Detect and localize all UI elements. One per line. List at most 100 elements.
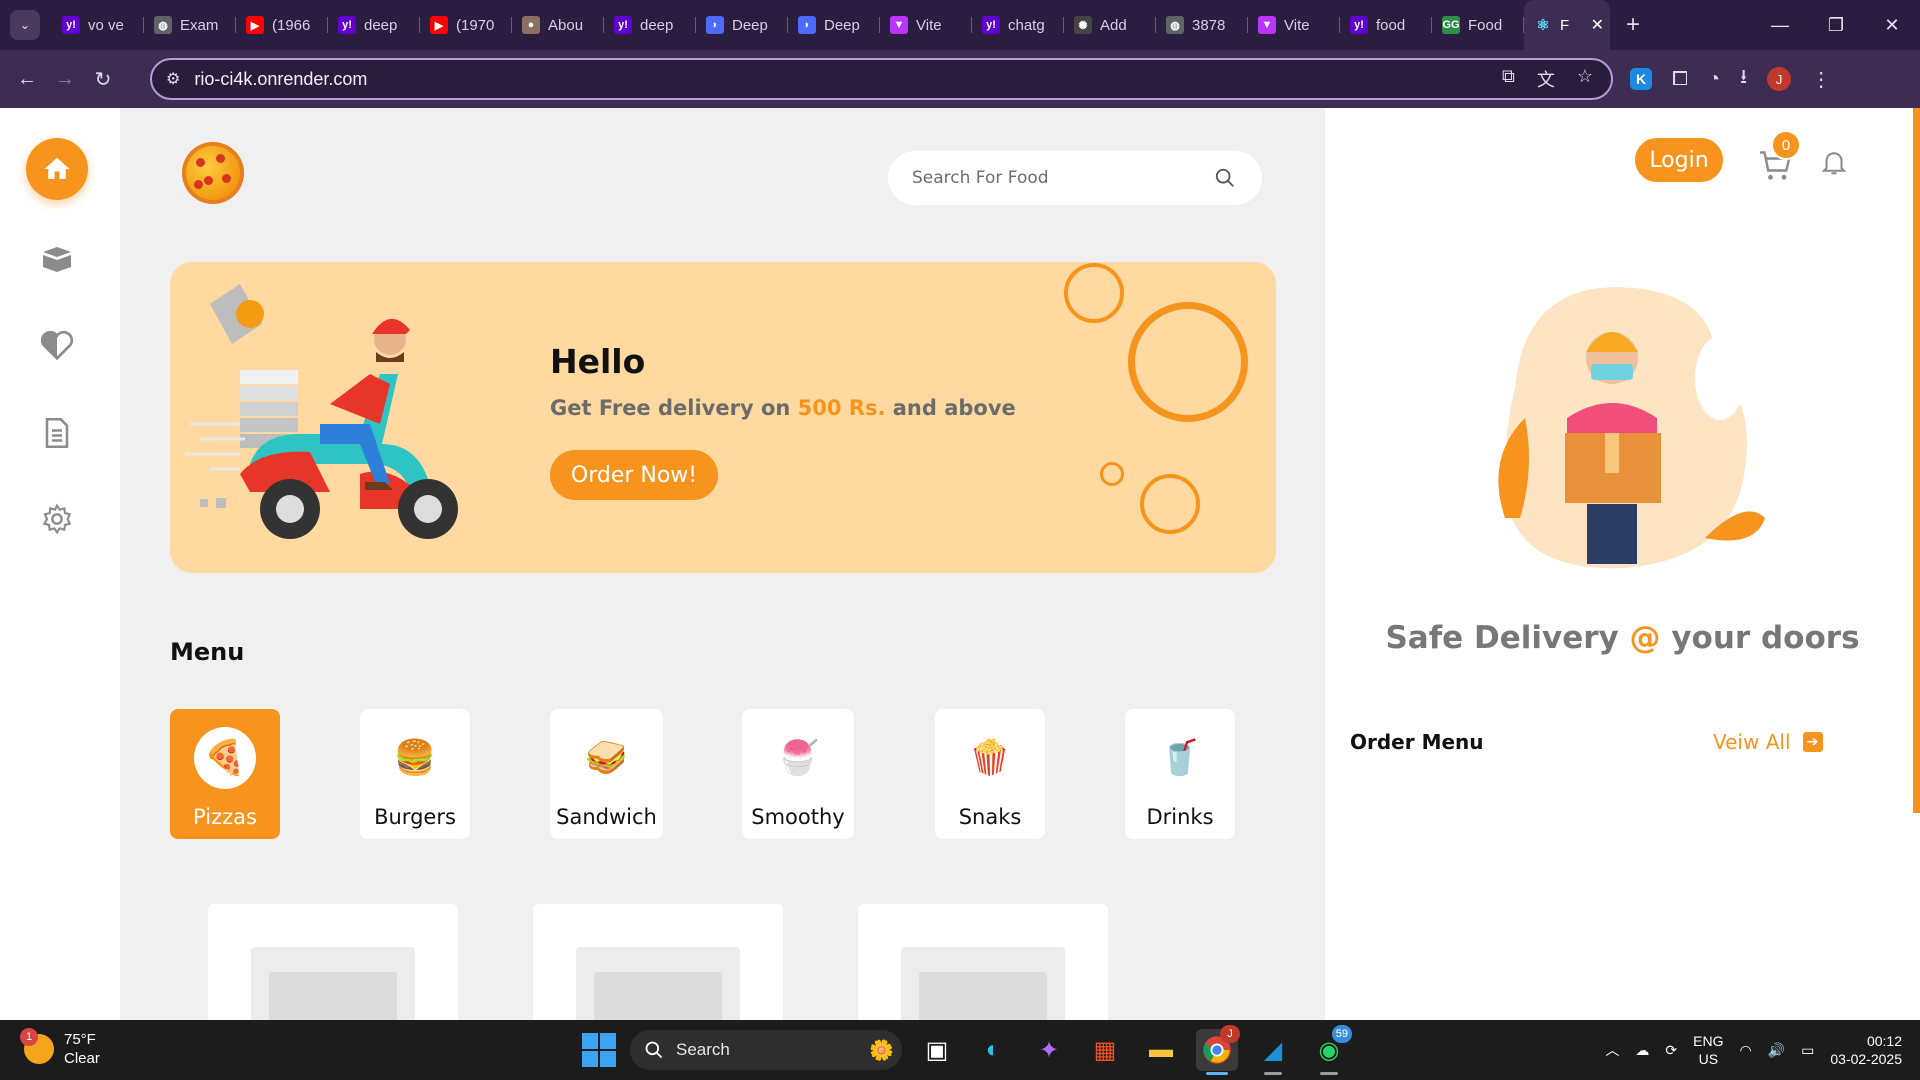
site-info-icon[interactable]: ⚙ [166,69,180,89]
weather-widget[interactable]: 1 75°F Clear [20,1028,100,1068]
tab-title: Deep [732,16,768,34]
category-sandwich[interactable]: 🥪 Sandwich [550,709,663,839]
chevron-up-icon[interactable]: ︿ [1605,1040,1619,1060]
weather-desc: Clear [64,1050,100,1067]
sync-icon[interactable]: ⟳ [1665,1042,1677,1059]
category-drinks[interactable]: 🥤 Drinks [1125,709,1235,839]
minimize-icon[interactable]: — [1752,0,1808,50]
windows-start-icon[interactable] [582,1033,616,1067]
language-indicator[interactable]: ENG US [1693,1032,1723,1068]
view-all-link[interactable]: Veiw All ➔ [1713,730,1823,754]
category-label: Drinks [1146,805,1214,829]
tab-8[interactable]: ◗ Deep [788,0,880,50]
download-icon[interactable]: ⭳ [1740,62,1747,96]
category-label: Sandwich [556,805,657,829]
sidebar-item-settings[interactable] [26,488,88,550]
system-tray: ︿ ☁ ⟳ ENG US ◠ 🔊 ▭ 00:12 03-02-2025 [1605,1028,1902,1072]
vite-icon: ▼ [890,16,908,34]
install-app-icon[interactable]: ⧉ [1502,66,1515,92]
extension-k-icon[interactable]: K [1630,68,1652,90]
view-all-label[interactable]: Veiw All [1713,730,1791,754]
new-tab-button[interactable]: + [1626,11,1640,39]
smoothie-icon: 🍧 [776,739,820,777]
extensions-puzzle-icon[interactable]: ⧠ [1672,68,1688,91]
store-icon[interactable]: ▦ [1084,1029,1126,1071]
document-icon [45,418,69,448]
taskbar-search[interactable]: Search 🌼 [630,1030,902,1070]
whatsapp-icon[interactable]: ◉ 59 [1308,1025,1352,1075]
sidebar-item-favorites[interactable] [26,314,88,376]
chrome-icon[interactable]: J [1196,1025,1240,1075]
edge-icon[interactable]: ◐ [972,1029,1014,1071]
profile-avatar[interactable]: J [1767,67,1792,91]
tab-5[interactable]: ● Abou [512,0,604,50]
tab-0[interactable]: y! vo ve [52,0,144,50]
close-window-icon[interactable]: ✕ [1864,0,1920,50]
tab-10[interactable]: y! chatg [972,0,1064,50]
pizza-logo[interactable] [182,142,244,204]
clock-date: 03-02-2025 [1830,1051,1902,1067]
copilot-icon[interactable]: ✦ [1028,1029,1070,1071]
sidebar-item-documents[interactable] [26,402,88,464]
tab-6[interactable]: y! deep [604,0,696,50]
tab-title: (1966 [272,16,311,34]
bell-icon[interactable] [1819,146,1849,178]
reload-icon[interactable]: ↻ [84,60,122,98]
category-smoothy[interactable]: 🍧 Smoothy [742,709,854,839]
category-label: Snaks [958,805,1022,829]
bookmark-star-icon[interactable]: ☆ [1577,66,1593,92]
food-card-placeholder[interactable] [533,904,783,1020]
tab-13[interactable]: ▼ Vite [1248,0,1340,50]
category-pizzas[interactable]: 🍕 Pizzas [170,709,280,839]
tab-1[interactable]: ◍ Exam [144,0,236,50]
image-placeholder [269,972,397,1020]
battery-icon[interactable]: ▭ [1801,1042,1814,1059]
sidebar-item-home[interactable] [26,138,88,200]
translate-icon[interactable]: 文 [1537,66,1555,92]
tab-search-button[interactable]: ⌄ [10,10,40,40]
category-burgers[interactable]: 🍔 Burgers [360,709,470,839]
forward-icon[interactable]: → [46,60,84,98]
back-icon[interactable]: ← [8,60,46,98]
tab-7[interactable]: ◗ Deep [696,0,788,50]
food-card-placeholder[interactable] [208,904,458,1020]
tab-2[interactable]: ▶ (1966 [236,0,328,50]
login-button[interactable]: Login [1635,138,1723,182]
food-card-placeholder[interactable] [858,904,1108,1020]
banner-subtitle-amount: 500 Rs. [797,396,886,420]
tab-4[interactable]: ▶ (1970 [420,0,512,50]
task-view-icon[interactable]: ▣ [916,1029,958,1071]
address-bar[interactable]: ⚙ rio-ci4k.onrender.com ⧉ 文 ☆ [150,58,1613,100]
tab-11[interactable]: ✺ Add [1064,0,1156,50]
tab-close-icon[interactable]: ✕ [1591,15,1604,35]
tab-title: Add [1100,16,1127,34]
moon-icon: 1 [20,1028,54,1064]
vscode-icon[interactable]: ◢ [1252,1029,1294,1075]
tab-active[interactable]: ⚛ F ✕ [1524,0,1610,50]
url-text[interactable]: rio-ci4k.onrender.com [194,69,367,90]
clock-time: 00:12 [1866,1033,1902,1049]
tab-14[interactable]: y! food [1340,0,1432,50]
wifi-icon[interactable]: ◠ [1739,1042,1751,1059]
category-snaks[interactable]: 🍿 Snaks [935,709,1045,839]
order-now-button[interactable]: Order Now! [550,450,718,500]
file-explorer-icon[interactable]: ▬ [1140,1029,1182,1071]
menu-kebab-icon[interactable]: ⋮ [1811,67,1831,92]
restore-icon[interactable]: ❐ [1808,0,1864,50]
clock[interactable]: 00:12 03-02-2025 [1830,1032,1902,1068]
popcorn-icon: 🍿 [968,739,1012,777]
onedrive-icon[interactable]: ☁ [1635,1042,1649,1059]
yahoo-icon: y! [62,16,80,34]
volume-icon[interactable]: 🔊 [1768,1042,1785,1059]
tab-3[interactable]: y! deep [328,0,420,50]
arrow-right-icon[interactable]: ➔ [1802,732,1823,752]
search-input[interactable] [912,168,1192,188]
tab-9[interactable]: ▼ Vite [880,0,972,50]
tab-15[interactable]: GG Food [1432,0,1524,50]
performance-icon[interactable]: ◔ [1708,68,1720,91]
search-icon[interactable] [1214,167,1236,189]
sidebar-item-orders[interactable] [26,228,88,290]
food-search [888,151,1262,205]
page-scrollbar[interactable] [1913,108,1920,813]
tab-12[interactable]: ◍ 3878 [1156,0,1248,50]
